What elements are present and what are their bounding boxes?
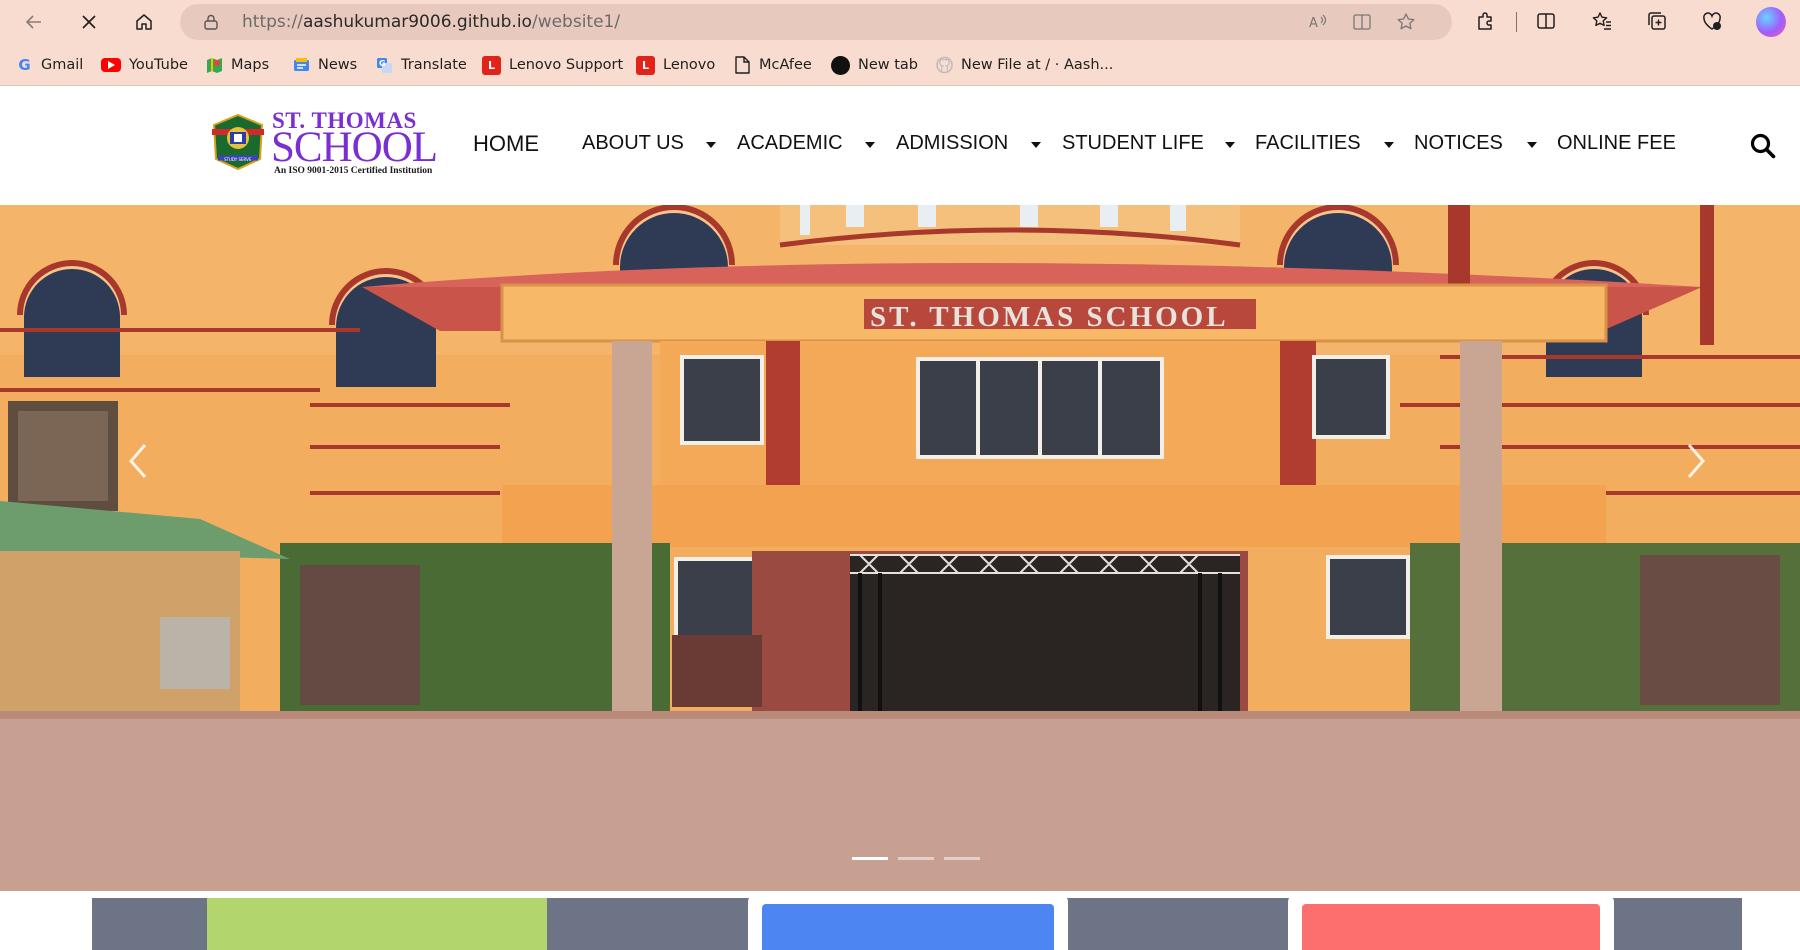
url-host: aashukumar9006.github.io (302, 12, 532, 32)
feature-card-red[interactable] (1302, 904, 1600, 950)
bookmark-label: Maps (231, 57, 270, 73)
url-path: /website1/ (531, 12, 621, 32)
bookmark-label: Lenovo Support (509, 57, 624, 73)
carousel-indicators (852, 857, 980, 860)
bookmarks-bar: G Gmail YouTube Maps News G Translate L … (0, 44, 1800, 86)
bookmark-mcafee[interactable]: McAfee (734, 54, 812, 76)
svg-text:A: A (1309, 16, 1318, 31)
split-screen-icon[interactable] (1534, 9, 1558, 33)
nav-notices[interactable]: NOTICES (1414, 132, 1503, 155)
maps-icon (206, 57, 223, 74)
url-text[interactable]: https://aashukumar9006.github.io/website… (242, 12, 620, 32)
search-icon[interactable] (1749, 132, 1777, 160)
youtube-icon (101, 58, 121, 72)
bookmark-label: McAfee (759, 57, 812, 73)
favorite-star-icon[interactable] (1396, 12, 1416, 32)
bookmark-lenovo-support[interactable]: L Lenovo Support (482, 54, 623, 76)
school-building-photo: ST. THOMAS SCHOOL (0, 205, 1800, 891)
lenovo-icon: L (636, 55, 655, 75)
logo-tagline: An ISO 9001-2015 Certified Institution (274, 166, 433, 176)
browser-toolbar: https://aashukumar9006.github.io/website… (0, 0, 1800, 44)
browser-essentials-icon[interactable] (1700, 9, 1724, 33)
bookmark-translate[interactable]: G Translate (376, 54, 467, 76)
address-bar[interactable]: https://aashukumar9006.github.io/website… (180, 4, 1452, 40)
stop-icon[interactable] (73, 6, 105, 38)
bookmark-label: Gmail (41, 57, 84, 73)
back-icon[interactable] (18, 6, 50, 38)
bookmark-new-tab[interactable]: New tab (831, 54, 918, 76)
collections-icon[interactable] (1645, 9, 1669, 33)
carousel-next-button[interactable] (1676, 431, 1716, 491)
school-logo[interactable]: STUDY SERVE ST. THOMAS SCHOOL An ISO 900… (208, 108, 438, 178)
chevron-down-icon[interactable] (706, 142, 716, 148)
immersive-reader-icon[interactable] (1352, 12, 1372, 32)
hero-carousel: ST. THOMAS SCHOOL (0, 205, 1800, 891)
svg-text:STUDY SERVE: STUDY SERVE (224, 157, 252, 162)
nav-about-us[interactable]: ABOUT US (582, 132, 684, 155)
url-prefix: https:// (242, 12, 303, 32)
google-icon: G (18, 56, 31, 74)
news-icon (293, 57, 310, 74)
home-icon[interactable] (128, 6, 160, 38)
bookmark-gmail[interactable]: G Gmail (16, 54, 83, 76)
feature-card-frame (1288, 894, 1614, 950)
nav-online-fee[interactable]: ONLINE FEE (1557, 132, 1676, 155)
chevron-down-icon[interactable] (1384, 142, 1394, 148)
bookmark-label: Translate (401, 57, 467, 73)
nav-home[interactable]: HOME (473, 131, 539, 157)
profile-avatar[interactable] (1756, 7, 1786, 37)
bookmark-news[interactable]: News (293, 54, 357, 76)
carousel-indicator-1[interactable] (852, 857, 888, 860)
nav-facilities[interactable]: FACILITIES (1255, 132, 1361, 155)
chevron-down-icon[interactable] (865, 142, 875, 148)
chevron-down-icon[interactable] (1031, 142, 1041, 148)
building-sign-text: ST. THOMAS SCHOOL (870, 301, 1229, 333)
feature-card-blue[interactable] (762, 904, 1054, 950)
site-header: STUDY SERVE ST. THOMAS SCHOOL An ISO 900… (0, 86, 1800, 205)
github-icon (936, 56, 953, 74)
lock-icon[interactable] (202, 13, 220, 31)
toolbar-divider (1516, 12, 1517, 32)
chevron-down-icon[interactable] (1527, 142, 1537, 148)
bookmark-label: New tab (858, 57, 919, 73)
feature-cards-strip (92, 894, 1742, 950)
bookmark-label: Lenovo (663, 57, 716, 73)
carousel-indicator-2[interactable] (898, 857, 934, 860)
svg-text:G: G (379, 59, 386, 68)
nav-academic[interactable]: ACADEMIC (737, 132, 843, 155)
feature-card-frame (748, 894, 1068, 950)
lenovo-icon: L (482, 55, 501, 75)
circle-icon (831, 55, 850, 75)
bookmark-label: YouTube (129, 57, 188, 73)
favorites-icon[interactable] (1590, 9, 1614, 33)
school-crest-icon: STUDY SERVE (212, 113, 264, 171)
page-icon (734, 56, 751, 74)
bookmark-label: New File at / · Aash... (961, 57, 1114, 73)
carousel-indicator-3[interactable] (944, 857, 980, 860)
bookmark-youtube[interactable]: YouTube (101, 54, 188, 76)
bookmark-github[interactable]: New File at / · Aash... (936, 54, 1113, 76)
feature-card-green[interactable] (207, 898, 547, 950)
chevron-left-icon (129, 444, 147, 478)
read-aloud-icon[interactable]: A (1308, 12, 1328, 32)
chevron-down-icon[interactable] (1225, 142, 1235, 148)
nav-admission[interactable]: ADMISSION (896, 132, 1008, 155)
translate-icon: G (376, 57, 393, 74)
logo-title-line2: SCHOOL (271, 124, 438, 171)
bookmark-label: News (318, 57, 358, 73)
extensions-icon[interactable] (1474, 9, 1498, 33)
bookmark-lenovo[interactable]: L Lenovo (636, 54, 715, 76)
carousel-prev-button[interactable] (118, 431, 158, 491)
bookmark-maps[interactable]: Maps (206, 54, 269, 76)
nav-student-life[interactable]: STUDENT LIFE (1062, 132, 1204, 155)
chevron-right-icon (1687, 444, 1705, 478)
